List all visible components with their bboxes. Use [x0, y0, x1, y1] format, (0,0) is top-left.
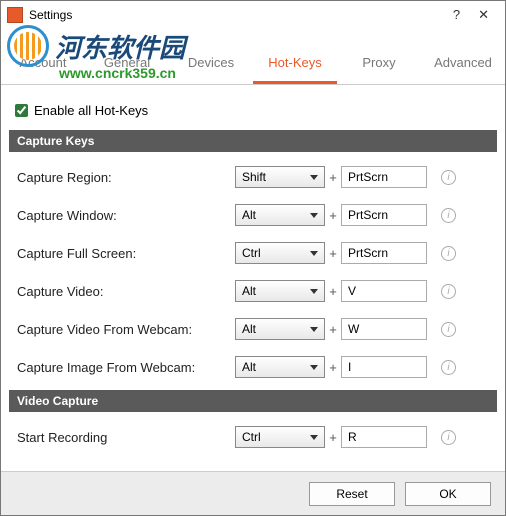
chevron-down-icon	[310, 251, 318, 256]
capture-row: Capture Window: Alt +PrtScrn i	[17, 196, 489, 234]
modifier-select[interactable]: Ctrl	[235, 242, 325, 264]
key-input[interactable]: PrtScrn	[341, 166, 427, 188]
info-icon[interactable]: i	[441, 360, 456, 375]
modifier-value: Alt	[242, 322, 256, 336]
help-button[interactable]: ?	[453, 7, 460, 23]
plus-separator: +	[325, 208, 341, 223]
info-icon[interactable]: i	[441, 170, 456, 185]
tab-bar: Account General Devices Hot-Keys Proxy A…	[1, 41, 505, 85]
capture-row: Capture Full Screen: Ctrl +PrtScrn i	[17, 234, 489, 272]
hotkey-label: Capture Full Screen:	[17, 246, 235, 261]
tab-advanced[interactable]: Advanced	[421, 41, 505, 84]
hotkey-label: Capture Image From Webcam:	[17, 360, 235, 375]
modifier-select[interactable]: Shift	[235, 166, 325, 188]
capture-keys-header: Capture Keys	[9, 130, 497, 152]
info-icon[interactable]: i	[441, 322, 456, 337]
enable-all-checkbox[interactable]	[15, 104, 28, 117]
capture-keys-rows: Capture Region:Shift+PrtScrniCapture Win…	[9, 152, 497, 390]
reset-button[interactable]: Reset	[309, 482, 395, 506]
modifier-value: Shift	[242, 170, 266, 184]
content-area: Enable all Hot-Keys Capture Keys Capture…	[1, 85, 505, 460]
modifier-value: Ctrl	[242, 430, 261, 444]
window-title: Settings	[29, 8, 453, 22]
capture-row: Capture Region: Shift +PrtScrn i	[17, 158, 489, 196]
chevron-down-icon	[310, 435, 318, 440]
chevron-down-icon	[310, 289, 318, 294]
capture-row: Capture Video From Webcam: Alt +Wi	[17, 310, 489, 348]
ok-button[interactable]: OK	[405, 482, 491, 506]
hotkey-label: Capture Window:	[17, 208, 235, 223]
capture-row: Capture Image From Webcam: Alt +Ii	[17, 348, 489, 386]
plus-separator: +	[325, 430, 341, 445]
tab-proxy[interactable]: Proxy	[337, 41, 421, 84]
video-capture-header: Video Capture	[9, 390, 497, 412]
video-capture-rows: Start Recording Ctrl +Ri	[9, 412, 497, 460]
enable-all-row[interactable]: Enable all Hot-Keys	[15, 103, 497, 118]
hotkey-label: Capture Video:	[17, 284, 235, 299]
modifier-value: Alt	[242, 208, 256, 222]
info-icon[interactable]: i	[441, 284, 456, 299]
modifier-select[interactable]: Alt	[235, 356, 325, 378]
plus-separator: +	[325, 322, 341, 337]
tab-general[interactable]: General	[85, 41, 169, 84]
key-input[interactable]: I	[341, 356, 427, 378]
chevron-down-icon	[310, 365, 318, 370]
plus-separator: +	[325, 360, 341, 375]
modifier-select[interactable]: Alt	[235, 318, 325, 340]
info-icon[interactable]: i	[441, 208, 456, 223]
enable-all-label: Enable all Hot-Keys	[34, 103, 148, 118]
chevron-down-icon	[310, 175, 318, 180]
modifier-value: Ctrl	[242, 246, 261, 260]
tab-devices[interactable]: Devices	[169, 41, 253, 84]
info-icon[interactable]: i	[441, 430, 456, 445]
modifier-select[interactable]: Alt	[235, 280, 325, 302]
modifier-select[interactable]: Ctrl	[235, 426, 325, 448]
close-button[interactable]: ✕	[478, 7, 489, 23]
hotkey-label: Start Recording	[17, 430, 235, 445]
capture-row: Capture Video: Alt +Vi	[17, 272, 489, 310]
hotkey-label: Capture Video From Webcam:	[17, 322, 235, 337]
info-icon[interactable]: i	[441, 246, 456, 261]
key-input[interactable]: PrtScrn	[341, 242, 427, 264]
plus-separator: +	[325, 284, 341, 299]
titlebar: Settings ? ✕	[1, 1, 505, 29]
chevron-down-icon	[310, 327, 318, 332]
footer: Reset OK	[1, 471, 505, 515]
key-input[interactable]: V	[341, 280, 427, 302]
tab-account[interactable]: Account	[1, 41, 85, 84]
tab-hot-keys[interactable]: Hot-Keys	[253, 41, 337, 84]
key-input[interactable]: W	[341, 318, 427, 340]
plus-separator: +	[325, 246, 341, 261]
key-input[interactable]: R	[341, 426, 427, 448]
modifier-value: Alt	[242, 360, 256, 374]
chevron-down-icon	[310, 213, 318, 218]
hotkey-label: Capture Region:	[17, 170, 235, 185]
app-icon	[7, 7, 23, 23]
modifier-select[interactable]: Alt	[235, 204, 325, 226]
plus-separator: +	[325, 170, 341, 185]
key-input[interactable]: PrtScrn	[341, 204, 427, 226]
modifier-value: Alt	[242, 284, 256, 298]
video-row: Start Recording Ctrl +Ri	[17, 418, 489, 456]
